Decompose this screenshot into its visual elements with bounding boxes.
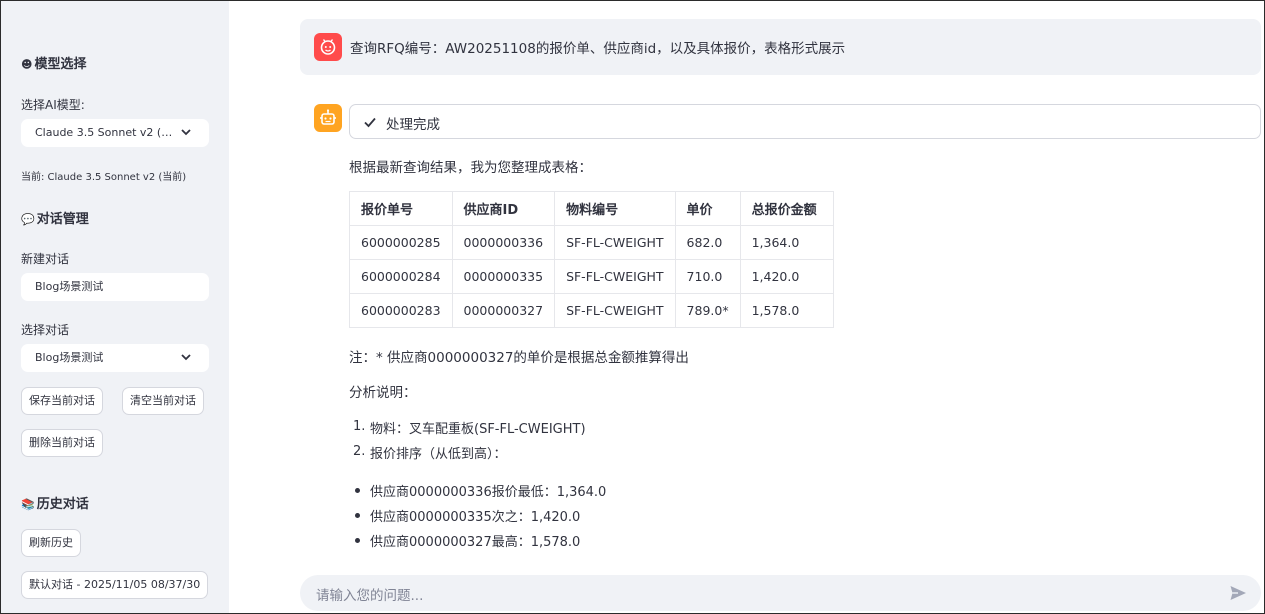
table-row: 6000000285 0000000336 SF-FL-CWEIGHT 682.… <box>349 225 834 260</box>
bullet-list-item: 供应商0000000327最高：1,578.0 <box>370 535 581 550</box>
speech-bubble-icon: 💬 <box>21 213 35 226</box>
status-text: 处理完成 <box>386 117 440 133</box>
current-model-text: 当前: Claude 3.5 Sonnet v2 (当前) <box>21 172 187 183</box>
table-cell: 0000000327 <box>451 293 556 328</box>
table-cell: 1,420.0 <box>739 259 834 294</box>
select-conversation-label: 选择对话 <box>21 323 70 337</box>
bullet-list-item: 供应商0000000336报价最低：1,364.0 <box>370 485 607 500</box>
delete-conversation-button[interactable]: 删除当前对话 <box>21 429 103 457</box>
assistant-avatar <box>314 104 342 132</box>
user-message-text: 查询RFQ编号：AW20251108的报价单、供应商id，以及具体报价，表格形式… <box>350 41 846 57</box>
bullet-list-item: 供应商0000000335次之：1,420.0 <box>370 510 581 525</box>
table-cell: SF-FL-CWEIGHT <box>554 225 676 260</box>
table-header: 报价单号 <box>349 191 453 226</box>
sidebar: ☻ 模型选择 选择AI模型: Claude 3.5 Sonnet v2 (… 当前… <box>1 1 229 613</box>
chat-input[interactable]: 请输入您的问题... <box>300 575 1261 611</box>
table-note: 注：* 供应商0000000327的单价是根据总金额推算得出 <box>349 350 689 366</box>
bullet-dot <box>355 488 360 493</box>
table-cell: 6000000284 <box>349 259 453 294</box>
table-cell: 0000000335 <box>451 259 556 294</box>
conversation-select-value: Blog场景测试 <box>35 351 104 364</box>
robot-face-icon: ☻ <box>21 58 33 71</box>
bullet-dot <box>355 513 360 518</box>
conversation-select[interactable]: Blog场景测试 <box>21 344 209 372</box>
ordered-list-number: 1. <box>353 419 366 434</box>
smiley-icon <box>320 39 336 55</box>
analysis-title: 分析说明： <box>349 385 417 401</box>
chat-input-placeholder: 请输入您的问题... <box>316 588 424 604</box>
table-cell: 6000000283 <box>349 293 453 328</box>
check-icon <box>364 117 376 128</box>
table-header: 供应商ID <box>451 191 556 226</box>
refresh-history-button[interactable]: 刷新历史 <box>21 529 81 557</box>
model-select[interactable]: Claude 3.5 Sonnet v2 (… <box>21 119 209 147</box>
table-header: 单价 <box>674 191 741 226</box>
table-cell: 0000000336 <box>451 225 556 260</box>
table-cell: 1,578.0 <box>739 293 834 328</box>
table-row: 6000000284 0000000335 SF-FL-CWEIGHT 710.… <box>349 259 834 294</box>
table-header: 总报价金额 <box>739 191 834 226</box>
table-cell: 1,364.0 <box>739 225 834 260</box>
quote-table: 报价单号 供应商ID 物料编号 单价 总报价金额 6000000285 0000… <box>349 191 834 328</box>
model-select-value: Claude 3.5 Sonnet v2 (… <box>35 126 173 139</box>
table-cell: 6000000285 <box>349 225 453 260</box>
books-icon: 📚 <box>21 498 35 511</box>
bullet-dot <box>355 538 360 543</box>
chevron-down-icon <box>181 129 191 136</box>
chevron-down-icon <box>181 354 191 361</box>
table-cell: 789.0* <box>674 293 741 328</box>
answer-intro: 根据最新查询结果，我为您整理成表格： <box>349 160 592 176</box>
user-message: 查询RFQ编号：AW20251108的报价单、供应商id，以及具体报价，表格形式… <box>300 19 1261 75</box>
save-conversation-button[interactable]: 保存当前对话 <box>21 387 103 415</box>
table-cell: 682.0 <box>674 225 741 260</box>
table-header-row: 报价单号 供应商ID 物料编号 单价 总报价金额 <box>349 191 834 226</box>
status-expander[interactable]: 处理完成 <box>349 104 1261 139</box>
table-cell: SF-FL-CWEIGHT <box>554 259 676 294</box>
history-item-button[interactable]: 默认对话 - 2025/11/05 08/37/30 <box>21 571 209 599</box>
new-conversation-input[interactable]: Blog场景测试 <box>21 273 209 301</box>
robot-icon <box>320 109 336 125</box>
user-avatar <box>314 33 342 61</box>
table-cell: SF-FL-CWEIGHT <box>554 293 676 328</box>
ordered-list-number: 2. <box>353 444 366 459</box>
ordered-list-item: 物料：叉车配重板(SF-FL-CWEIGHT) <box>370 422 586 437</box>
conversation-section-heading: 💬 对话管理 <box>21 212 89 227</box>
new-conversation-label: 新建对话 <box>21 252 70 266</box>
table-cell: 710.0 <box>674 259 741 294</box>
history-section-heading: 📚 历史对话 <box>21 497 89 512</box>
ordered-list-item: 报价排序（从低到高）： <box>370 447 507 462</box>
table-row: 6000000283 0000000327 SF-FL-CWEIGHT 789.… <box>349 293 834 328</box>
clear-conversation-button[interactable]: 清空当前对话 <box>122 387 204 415</box>
table-header: 物料编号 <box>554 191 676 226</box>
send-icon[interactable] <box>1229 584 1247 602</box>
app-window: ☻ 模型选择 选择AI模型: Claude 3.5 Sonnet v2 (… 当前… <box>0 0 1265 614</box>
model-section-heading: ☻ 模型选择 <box>21 57 87 72</box>
model-select-label: 选择AI模型: <box>21 98 85 112</box>
